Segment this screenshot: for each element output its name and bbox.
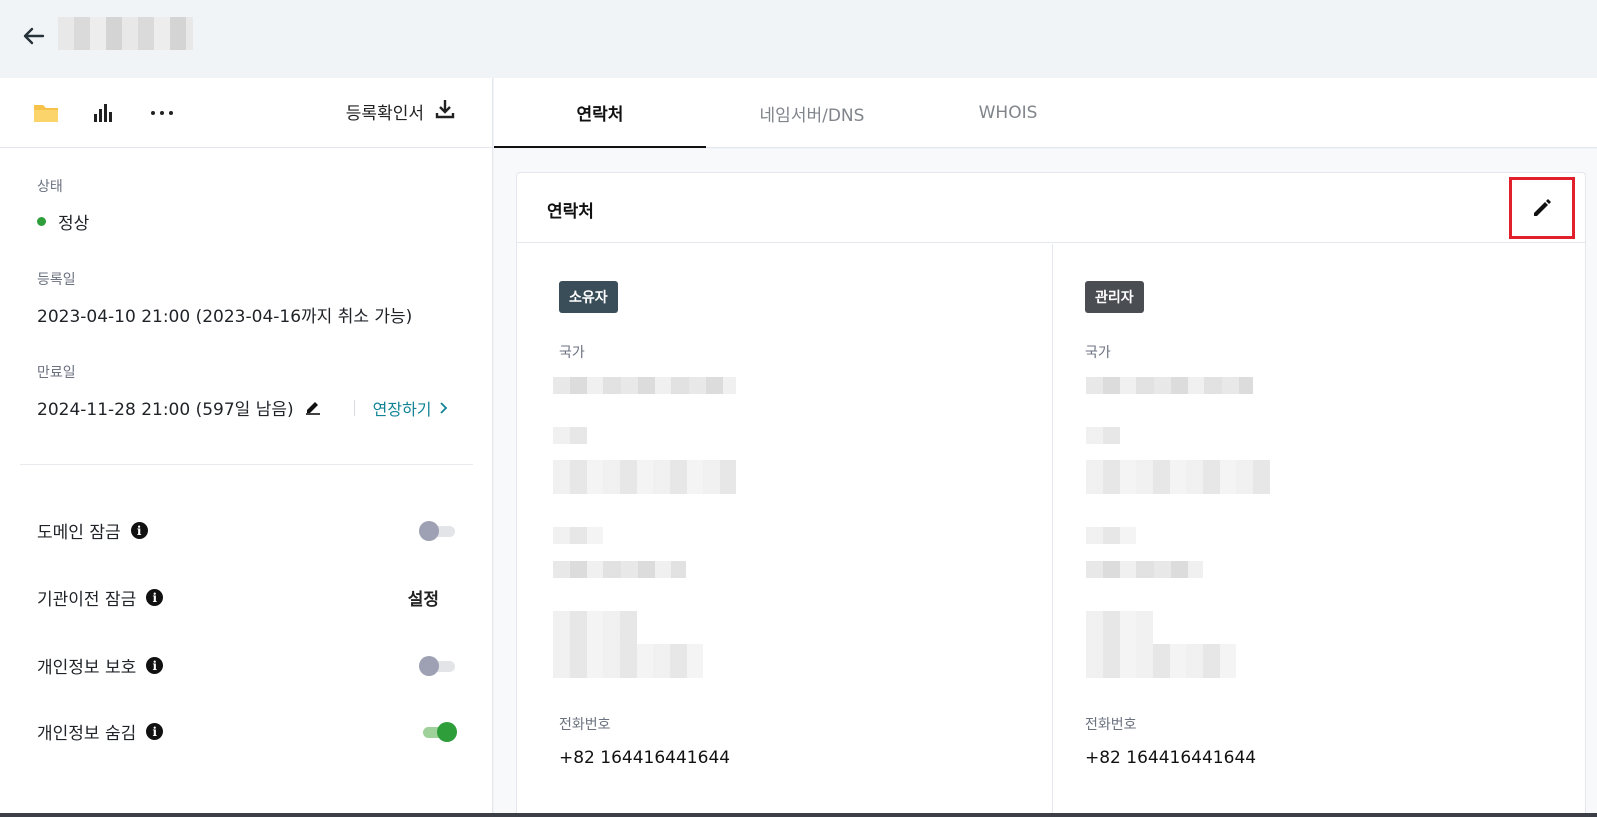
tab-nameserver-dns[interactable]: 네임서버/DNS xyxy=(706,78,918,148)
redacted-field xyxy=(1086,460,1270,494)
card-header: 연락처 xyxy=(517,173,1585,243)
separator xyxy=(353,399,355,416)
expires-value: 2024-11-28 21:00 (597일 남음) xyxy=(37,400,294,420)
bar-chart-icon[interactable] xyxy=(89,100,117,126)
contact-card: 연락처 소유자 국가 전화번호 +82 164416441644 관리자 국가 xyxy=(516,172,1586,817)
folder-icon[interactable] xyxy=(32,100,60,126)
redacted-field xyxy=(553,377,736,394)
setting-label: 도메인 잠금 xyxy=(37,523,121,543)
pencil-icon xyxy=(1534,199,1551,216)
info-icon[interactable]: i xyxy=(146,657,164,674)
redacted-field xyxy=(1086,427,1120,444)
certificate-download-button[interactable]: 등록확인서 xyxy=(346,98,456,125)
main-content: 연락처 소유자 국가 전화번호 +82 164416441644 관리자 국가 xyxy=(494,149,1597,817)
setting-label: 개인정보 보호 xyxy=(37,658,137,678)
admin-badge: 관리자 xyxy=(1085,281,1144,313)
redacted-field xyxy=(553,460,736,494)
country-label: 국가 xyxy=(1085,345,1111,361)
setting-privacy-protection: 개인정보 보호 i xyxy=(37,653,457,678)
owner-badge: 소유자 xyxy=(559,281,618,313)
redacted-field xyxy=(553,611,637,644)
tab-contacts[interactable]: 연락처 xyxy=(494,78,706,148)
column-divider xyxy=(1052,244,1053,817)
phone-label: 전화번호 xyxy=(559,717,611,733)
card-title: 연락처 xyxy=(547,202,594,222)
section-divider xyxy=(20,464,473,465)
chevron-right-icon xyxy=(439,401,447,414)
renew-link[interactable]: 연장하기 xyxy=(373,396,448,420)
redacted-field xyxy=(1086,644,1236,678)
redacted-field xyxy=(1086,527,1136,544)
setting-privacy-hide: 개인정보 숨김 i xyxy=(37,719,457,744)
tab-bar: 연락처 네임서버/DNS WHOIS xyxy=(494,78,1597,148)
taskbar-strip xyxy=(0,813,1597,817)
redacted-field xyxy=(1086,611,1153,644)
left-toolbar: 등록확인서 xyxy=(0,78,492,148)
download-icon xyxy=(434,98,456,125)
redacted-field xyxy=(1086,561,1203,578)
transfer-lock-set-button[interactable]: 설정 xyxy=(408,585,439,610)
tab-whois[interactable]: WHOIS xyxy=(902,78,1114,148)
privacy-protection-toggle[interactable] xyxy=(419,655,457,676)
info-icon[interactable]: i xyxy=(146,589,164,606)
more-horizontal-icon[interactable] xyxy=(148,100,176,126)
edit-expiry-icon[interactable] xyxy=(304,397,322,419)
status-value: 정상 xyxy=(58,214,90,234)
phone-value: +82 164416441644 xyxy=(1085,748,1257,768)
edit-contacts-button[interactable] xyxy=(1509,177,1575,239)
registered-label: 등록일 xyxy=(37,272,76,288)
setting-domain-lock: 도메인 잠금 i xyxy=(37,518,457,543)
expires-label: 만료일 xyxy=(37,365,76,381)
status-label: 상태 xyxy=(37,179,63,195)
info-icon[interactable]: i xyxy=(130,522,148,539)
redacted-field xyxy=(1086,377,1253,394)
left-panel: 등록확인서 상태 정상 등록일 2023-04-10 21:00 (2023-0… xyxy=(0,78,493,817)
top-bar xyxy=(0,0,1597,77)
renew-label: 연장하기 xyxy=(372,399,432,419)
phone-label: 전화번호 xyxy=(1085,717,1137,733)
phone-value: +82 164416441644 xyxy=(559,748,731,768)
certificate-label: 등록확인서 xyxy=(345,104,424,124)
info-icon[interactable]: i xyxy=(146,723,164,740)
redacted-field xyxy=(553,427,587,444)
privacy-hide-toggle[interactable] xyxy=(419,721,457,742)
redacted-field xyxy=(553,644,703,678)
registered-value: 2023-04-10 21:00 (2023-04-16까지 취소 가능) xyxy=(37,307,413,327)
redacted-domain-title xyxy=(58,17,193,50)
setting-label: 개인정보 숨김 xyxy=(37,724,137,744)
setting-label: 기관이전 잠금 xyxy=(37,590,137,610)
redacted-field xyxy=(553,561,686,578)
redacted-field xyxy=(553,527,603,544)
status-dot xyxy=(37,217,46,226)
back-arrow-icon[interactable] xyxy=(20,22,48,50)
country-label: 국가 xyxy=(559,345,585,361)
setting-transfer-lock: 기관이전 잠금 i 설정 xyxy=(37,585,457,610)
domain-lock-toggle[interactable] xyxy=(419,520,457,541)
